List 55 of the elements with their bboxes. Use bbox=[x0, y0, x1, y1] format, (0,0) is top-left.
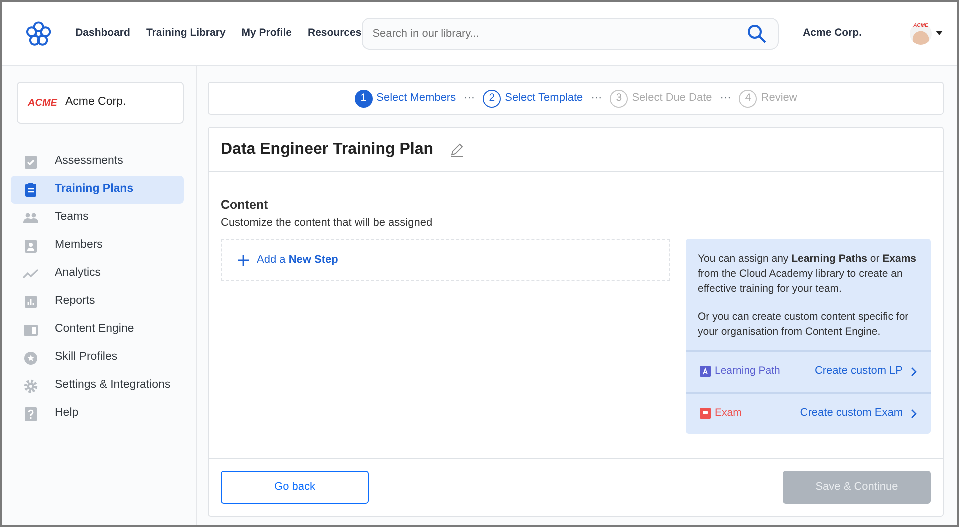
sidebar-item[interactable]: Teams bbox=[11, 204, 184, 232]
nav-link[interactable]: Dashboard bbox=[76, 26, 130, 42]
sidebar-item[interactable]: Reports bbox=[11, 288, 184, 316]
sidebar-item[interactable]: Settings & Integrations bbox=[11, 372, 184, 400]
step-label: Select Template bbox=[505, 91, 584, 106]
plus-icon bbox=[238, 254, 249, 266]
step-label: Review bbox=[761, 91, 798, 106]
nav-link[interactable]: My Profile bbox=[242, 26, 292, 42]
add-step-button[interactable]: Add a New Step bbox=[221, 239, 670, 282]
caret-icon bbox=[936, 31, 943, 36]
step-label: Select Members bbox=[376, 91, 456, 106]
gear-icon bbox=[23, 378, 39, 394]
pencil-icon bbox=[450, 142, 464, 156]
sidebar-item[interactable]: Skill Profiles bbox=[11, 344, 184, 372]
sidebar-item[interactable]: Training Plans bbox=[11, 176, 184, 204]
content-heading: Content bbox=[221, 197, 270, 214]
nav-link[interactable]: Resources bbox=[308, 26, 362, 42]
flower-logo-icon bbox=[26, 20, 52, 46]
question-icon bbox=[23, 406, 39, 422]
content-type-label: Learning Path bbox=[715, 364, 780, 379]
content-type-label: Exam bbox=[715, 406, 742, 421]
sidebar-item[interactable]: Members bbox=[11, 232, 184, 260]
org-name: Acme Corp. bbox=[65, 95, 126, 110]
search-icon bbox=[747, 24, 768, 44]
nav-link[interactable]: Training Library bbox=[146, 26, 226, 42]
sidebar-item[interactable]: Analytics bbox=[11, 260, 184, 288]
clipboard-icon bbox=[23, 182, 39, 198]
go-back-button[interactable]: Go back bbox=[221, 471, 369, 504]
org-logo: ACME bbox=[28, 96, 58, 110]
content-subtitle: Customize the content that will be assigned bbox=[221, 216, 434, 231]
step-number: 1 bbox=[354, 90, 373, 108]
clipboard-check-icon bbox=[23, 154, 39, 170]
info-text: You can assign any Learning Paths or Exams from the Cloud Academy library to create an effective training for your team. bbox=[698, 252, 918, 296]
create-link[interactable]: Create custom Exam bbox=[800, 405, 917, 422]
search-field[interactable]: Search in our library... bbox=[362, 18, 780, 50]
chevron-right-icon bbox=[911, 366, 917, 377]
step-separator: ··· bbox=[464, 91, 476, 106]
step-separator: ··· bbox=[591, 91, 602, 106]
chevron-right-icon bbox=[911, 408, 917, 419]
bar-chart-icon bbox=[23, 294, 39, 310]
company-name: Acme Corp. bbox=[803, 26, 862, 41]
plan-title: Data Engineer Training Plan bbox=[221, 140, 434, 160]
sidebar-item[interactable]: Content Engine bbox=[11, 316, 184, 344]
step-number: 3 bbox=[610, 90, 628, 108]
create-link[interactable]: Create custom LP bbox=[814, 363, 917, 380]
sidebar-item[interactable]: Help bbox=[11, 400, 184, 428]
step-label: Select Due Date bbox=[632, 91, 712, 106]
id-badge-icon bbox=[23, 238, 39, 254]
step-number: 2 bbox=[483, 90, 502, 108]
step[interactable]: 1 Select Members bbox=[354, 90, 456, 108]
step-number: 4 bbox=[739, 90, 758, 108]
sidebar-item[interactable]: Assessments bbox=[11, 148, 184, 176]
step-separator: ··· bbox=[720, 91, 732, 106]
info-text: Or you can create custom content specific for your organisation from Content Engine. bbox=[698, 310, 910, 340]
step[interactable]: 2 Select Template bbox=[483, 90, 584, 108]
